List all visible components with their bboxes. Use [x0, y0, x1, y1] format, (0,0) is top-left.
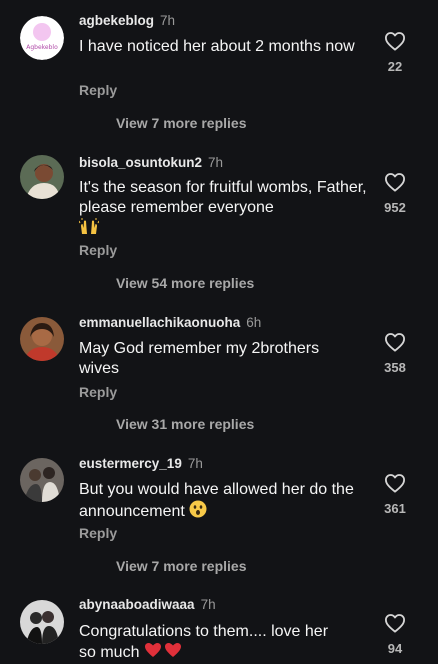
like-count: 952 [384, 200, 406, 215]
view-more-replies-button[interactable]: View 31 more replies [116, 416, 254, 432]
comment-text: I have noticed her about 2 months now [79, 38, 355, 55]
comment-username[interactable]: agbekeblog [79, 13, 154, 28]
comment-time: 7h [200, 597, 216, 612]
reply-button[interactable]: Reply [79, 82, 117, 98]
comment-text: It's the season for fruitful wombs, Fath… [79, 179, 367, 216]
heart-outline-icon[interactable] [384, 172, 406, 192]
comment-time: 7h [187, 456, 203, 471]
heart-outline-icon[interactable] [384, 31, 406, 51]
avatar[interactable]: Agbekeblo [20, 16, 64, 60]
comment-text: But you would have allowed her do the an… [79, 481, 354, 521]
comment-username[interactable]: emmanuellachikaonuoha [79, 315, 240, 330]
heart-outline-icon[interactable] [384, 613, 406, 633]
comment-text-block: It's the season for fruitful wombs, Fath… [78, 178, 369, 242]
comment-text-line: so much [79, 644, 140, 662]
heart-outline-icon[interactable] [384, 332, 406, 352]
avatar[interactable] [20, 155, 64, 199]
like-count: 94 [387, 641, 403, 656]
like-count: 22 [387, 59, 403, 74]
avatar[interactable] [20, 458, 64, 502]
comment-text-block: Congratulations to them.... love her so … [79, 622, 369, 664]
avatar[interactable] [20, 600, 64, 644]
reply-button[interactable]: Reply [79, 525, 117, 541]
like-button[interactable]: 94 [372, 613, 418, 656]
like-count: 361 [384, 501, 406, 516]
comment-username[interactable]: abynaaboadiwaaa [79, 597, 195, 612]
like-count: 358 [384, 360, 406, 375]
like-button[interactable]: 22 [372, 31, 418, 74]
comment-time: 6h [246, 315, 262, 330]
comment-time: 7h [160, 13, 176, 28]
view-more-replies-button[interactable]: View 54 more replies [116, 275, 254, 291]
comment-username[interactable]: bisola_osuntokun2 [79, 155, 202, 170]
like-button[interactable]: 361 [372, 473, 418, 516]
raising-hands-emoji-icon [78, 218, 100, 242]
comment-username[interactable]: eustermercy_19 [79, 456, 182, 471]
comment-text-block: But you would have allowed her do the an… [79, 480, 369, 524]
comment-text: May God remember my 2brothers wives [79, 340, 320, 377]
comment-text-line: Congratulations to them.... love her [79, 623, 329, 640]
view-more-replies-button[interactable]: View 7 more replies [116, 558, 246, 574]
reply-button[interactable]: Reply [79, 242, 117, 258]
comment-time: 7h [208, 155, 224, 170]
astonished-face-emoji-icon [189, 500, 207, 524]
avatar[interactable] [20, 317, 64, 361]
view-more-replies-button[interactable]: View 7 more replies [116, 115, 246, 131]
like-button[interactable]: 358 [372, 332, 418, 375]
red-hearts-emoji-icon [144, 642, 182, 664]
avatar-text: Agbekeblo [26, 44, 58, 51]
heart-outline-icon[interactable] [384, 473, 406, 493]
reply-button[interactable]: Reply [79, 384, 117, 400]
like-button[interactable]: 952 [372, 172, 418, 215]
